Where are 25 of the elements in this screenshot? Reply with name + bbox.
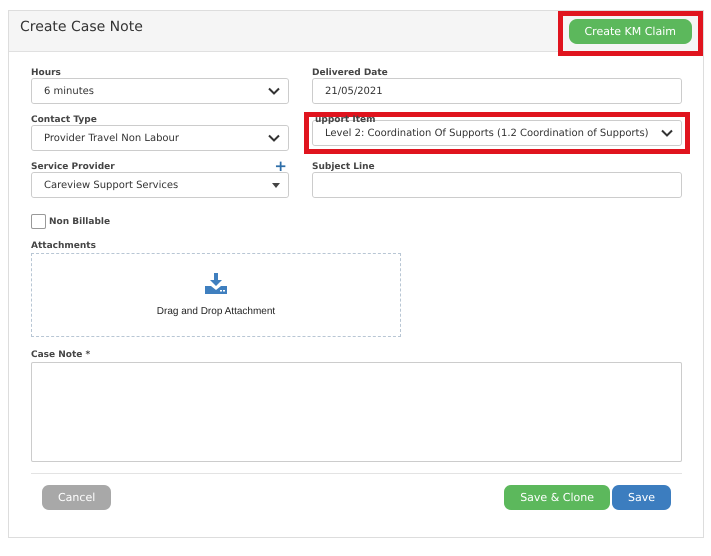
checkbox-label: Non Billable [49, 216, 110, 226]
select-field[interactable]: 6 minutes [31, 78, 289, 104]
field-label: Delivered Date [312, 68, 388, 78]
download-icon [205, 273, 227, 294]
select-field[interactable]: Careview Support Services [31, 172, 289, 198]
chevron-icon [661, 129, 673, 137]
caret-icon [272, 182, 280, 188]
chevron-icon [268, 134, 280, 142]
card-title: Create Case Note [20, 19, 143, 35]
case-note-field[interactable] [31, 362, 682, 462]
add-icon[interactable]: + [274, 160, 287, 172]
drop-hint: Drag and Drop Attachment [156, 306, 276, 317]
field-label: Contact Type [31, 115, 97, 125]
select-field[interactable]: Provider Travel Non Labour [31, 125, 289, 151]
input-field[interactable]: 21/05/2021 [312, 78, 682, 104]
input-field[interactable] [312, 172, 682, 198]
drop-zone[interactable]: Drag and Drop Attachment [31, 253, 401, 337]
checkbox[interactable] [31, 214, 46, 229]
field-label: Attachments [31, 241, 97, 251]
field-label: Service Provider [31, 162, 115, 172]
field-label: Hours [31, 68, 61, 78]
field-label: Case Note * [31, 350, 92, 360]
save-button[interactable]: Save [612, 485, 671, 510]
chevron-icon [268, 87, 280, 95]
field-label: Subject Line [312, 162, 375, 172]
